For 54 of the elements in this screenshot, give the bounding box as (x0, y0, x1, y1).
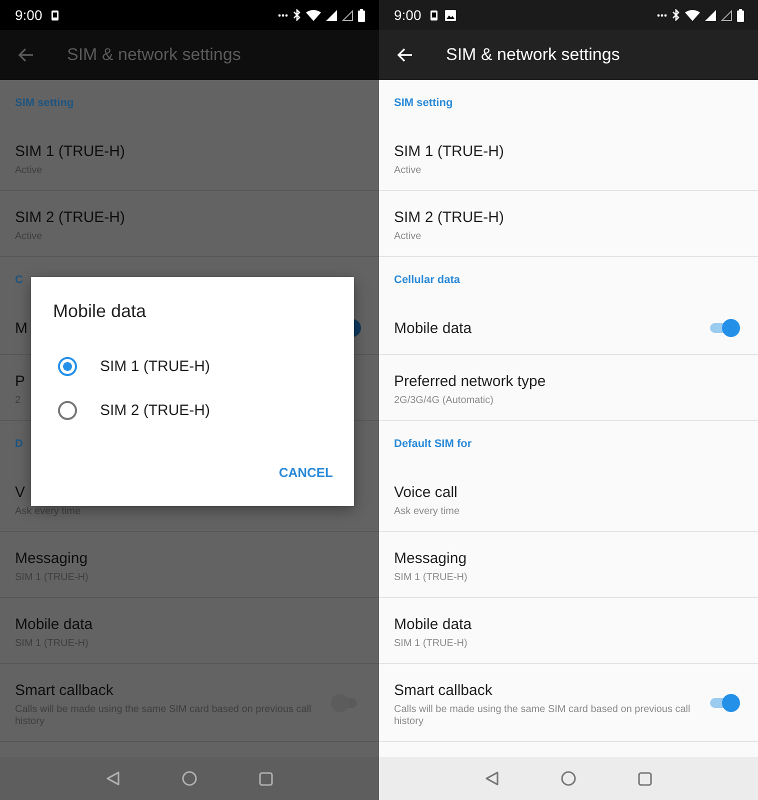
toggle-switch[interactable] (710, 692, 740, 712)
phone-icon (51, 10, 60, 20)
home-circle-icon[interactable] (561, 771, 576, 786)
battery-icon (737, 8, 744, 22)
back-triangle-icon[interactable] (106, 771, 120, 786)
signal-icon (326, 10, 337, 20)
setting-title[interactable]: Messaging (394, 550, 467, 567)
setting-title[interactable]: Voice call (394, 484, 458, 501)
setting-subtitle: Active (394, 165, 422, 177)
option-label[interactable]: SIM 2 (TRUE-H) (100, 402, 210, 418)
cancel-button[interactable]: CANCEL (278, 458, 333, 486)
setting-subtitle: 2G/3G/4G (Automatic) (394, 395, 494, 407)
back-triangle-icon[interactable] (485, 771, 499, 786)
phone-icon (430, 10, 438, 20)
status-time: 9:00 (394, 7, 422, 23)
bluetooth-icon (672, 9, 680, 21)
setting-title[interactable]: SIM 1 (TRUE-H) (394, 143, 504, 160)
wifi-icon (685, 10, 700, 20)
screen-title: SIM & network settings (446, 45, 620, 65)
dialog-title: Mobile data (53, 301, 146, 322)
radio-button[interactable] (58, 356, 77, 376)
setting-title[interactable]: SIM 2 (TRUE-H) (394, 209, 504, 226)
section-header: C (15, 274, 23, 286)
toggle-switch[interactable] (710, 318, 740, 338)
recents-square-icon[interactable] (259, 772, 273, 786)
setting-subtitle: Ask every time (394, 506, 460, 518)
section-header: SIM setting (15, 96, 74, 108)
section-header: Default SIM for (394, 438, 472, 450)
wifi-icon (306, 10, 321, 20)
screen-title: SIM & network settings (67, 45, 241, 65)
signal-icon (721, 10, 732, 20)
setting-subtitle: SIM 1 (TRUE-H) (394, 638, 468, 650)
bluetooth-icon (293, 9, 301, 21)
home-circle-icon[interactable] (182, 771, 197, 786)
section-header: D (15, 438, 23, 450)
section-header: Cellular data (394, 274, 460, 286)
setting-subtitle: SIM 1 (TRUE-H) (394, 572, 468, 584)
option-label[interactable]: SIM 1 (TRUE-H) (100, 358, 210, 374)
status-time: 9:00 (15, 7, 42, 23)
recents-square-icon[interactable] (638, 772, 652, 786)
section-header: SIM setting (394, 96, 453, 108)
setting-subtitle: Active (394, 231, 422, 243)
setting-title[interactable]: Preferred network type (394, 373, 546, 390)
more-dots-icon (278, 14, 288, 16)
setting-title[interactable]: Mobile data (394, 320, 472, 336)
radio-button[interactable] (58, 400, 77, 420)
image-icon (445, 10, 456, 20)
signal-icon (342, 10, 353, 20)
signal-icon (705, 10, 716, 20)
setting-subtitle: Calls will be made using the same SIM card based on previous call history (394, 704, 692, 728)
more-dots-icon (657, 14, 667, 16)
battery-icon (358, 8, 365, 22)
setting-title[interactable]: Mobile data (394, 616, 472, 633)
setting-title[interactable]: Smart callback (394, 682, 492, 699)
